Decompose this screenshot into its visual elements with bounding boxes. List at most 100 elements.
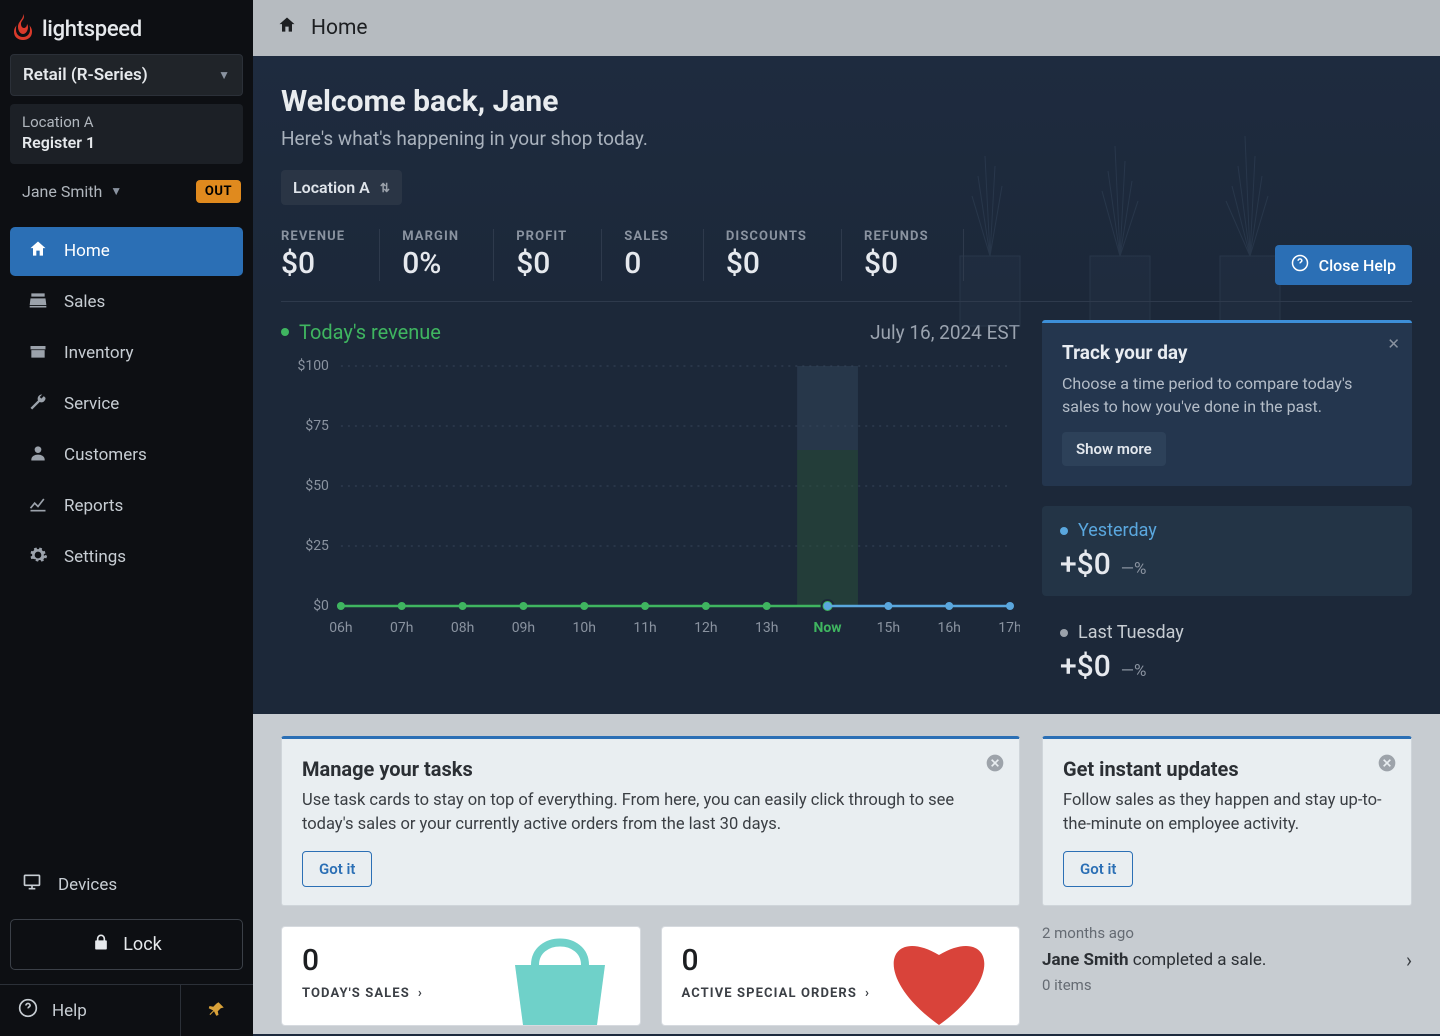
wrench-icon <box>28 392 48 417</box>
user-row: Jane Smith ▼ OUT <box>0 164 253 219</box>
main-nav: Home Sales Inventory Service Customers R… <box>0 219 253 858</box>
help-label: Help <box>52 1001 87 1021</box>
caret-down-icon: ▼ <box>110 184 122 198</box>
pin-button[interactable] <box>181 985 253 1036</box>
person-icon <box>28 443 48 468</box>
activity-item[interactable]: 2 months ago Jane Smith completed a sale… <box>1042 924 1412 994</box>
nav-devices[interactable]: Devices <box>0 858 253 911</box>
close-icon[interactable] <box>985 753 1005 777</box>
chart-section: Today's revenue July 16, 2024 EST $0$25$… <box>253 302 1440 714</box>
location-register-card[interactable]: Location A Register 1 <box>10 104 243 164</box>
close-help-label: Close Help <box>1319 256 1396 275</box>
close-icon[interactable]: ✕ <box>1387 335 1400 353</box>
compare-value: +$0 <box>1060 547 1111 582</box>
nav-label: Service <box>64 394 119 414</box>
hero: Welcome back, Jane Here's what's happeni… <box>253 56 1440 302</box>
card-title: Manage your tasks <box>302 757 999 781</box>
nav-customers[interactable]: Customers <box>10 431 243 480</box>
svg-text:17h: 17h <box>998 620 1020 636</box>
compare-label: Yesterday <box>1078 520 1157 541</box>
svg-text:06h: 06h <box>329 620 352 636</box>
question-icon <box>18 998 38 1023</box>
svg-text:$75: $75 <box>305 417 329 434</box>
lock-icon <box>91 932 111 957</box>
kpi-label: MARGIN <box>402 229 459 244</box>
chart-date: July 16, 2024 EST <box>870 321 1020 344</box>
active-special-orders-card[interactable]: 0 ACTIVE SPECIAL ORDERS › <box>661 926 1021 1026</box>
close-icon[interactable] <box>1377 753 1397 777</box>
chevron-right-icon: › <box>1406 948 1412 972</box>
nav-inventory[interactable]: Inventory <box>10 329 243 378</box>
nav-label: Home <box>64 241 110 261</box>
card-body: Follow sales as they happen and stay up-… <box>1063 789 1391 837</box>
svg-text:$25: $25 <box>305 537 329 554</box>
kpi-value: 0 <box>624 246 669 281</box>
compare-last-tuesday[interactable]: Last Tuesday +$0 —% <box>1042 616 1412 690</box>
main: Home Welcome back, Jane Here's what's ha… <box>253 0 1440 1036</box>
todays-sales-card[interactable]: 0 TODAY'S SALES › <box>281 926 641 1026</box>
compare-label: Last Tuesday <box>1078 622 1184 643</box>
nav-settings[interactable]: Settings <box>10 533 243 582</box>
kpi-discounts: DISCOUNTS $0 <box>726 229 842 281</box>
sidebar: lightspeed Retail (R-Series) ▼ Location … <box>0 0 253 1036</box>
show-more-button[interactable]: Show more <box>1062 432 1166 466</box>
svg-text:12h: 12h <box>694 620 717 636</box>
kpi-refunds: REFUNDS $0 <box>864 229 964 281</box>
svg-text:07h: 07h <box>390 620 413 636</box>
heart-illustration <box>859 927 1019 1025</box>
activity-text: Jane Smith completed a sale. <box>1042 950 1266 970</box>
chart-header: Today's revenue July 16, 2024 EST <box>281 320 1020 344</box>
kpi-value: $0 <box>726 246 807 281</box>
manage-tasks-card: Manage your tasks Use task cards to stay… <box>281 736 1020 906</box>
card-body: Use task cards to stay on top of everyth… <box>302 789 999 837</box>
breadcrumb-bar: Home <box>253 0 1440 56</box>
kpi-label: DISCOUNTS <box>726 229 807 244</box>
box-icon <box>28 341 48 366</box>
gear-icon <box>28 545 48 570</box>
chart-legend: Today's revenue <box>281 320 441 344</box>
svg-text:13h: 13h <box>755 620 778 636</box>
svg-text:11h: 11h <box>633 620 656 636</box>
kpi-value: $0 <box>516 246 567 281</box>
got-it-button[interactable]: Got it <box>1063 851 1133 887</box>
close-help-button[interactable]: Close Help <box>1275 245 1412 285</box>
kpi-label: PROFIT <box>516 229 567 244</box>
content: Welcome back, Jane Here's what's happeni… <box>253 56 1440 1036</box>
tip-body: Choose a time period to compare today's … <box>1062 372 1392 418</box>
kpi-row: REVENUE $0 MARGIN 0% PROFIT $0 SALES 0 D… <box>281 229 1412 302</box>
product-selector[interactable]: Retail (R-Series) ▼ <box>10 54 243 96</box>
nav-sales[interactable]: Sales <box>10 278 243 327</box>
bag-illustration <box>480 927 640 1025</box>
user-name-label: Jane Smith <box>22 182 102 201</box>
chevron-right-icon: › <box>418 986 423 1001</box>
got-it-button[interactable]: Got it <box>302 851 372 887</box>
instant-updates-card: Get instant updates Follow sales as they… <box>1042 736 1412 906</box>
nav-service[interactable]: Service <box>10 380 243 429</box>
revenue-chart[interactable]: $0$25$50$75$10006h07h08h09h10h11h12h13hN… <box>281 356 1020 646</box>
help-button[interactable]: Help <box>0 985 181 1036</box>
brand-wordmark: lightspeed <box>42 17 142 42</box>
compare-yesterday[interactable]: Yesterday +$0 —% <box>1042 506 1412 596</box>
lock-button[interactable]: Lock <box>10 919 243 970</box>
svg-text:16h: 16h <box>937 620 960 636</box>
sidebar-bottom: Devices Lock Help <box>0 858 253 1036</box>
register-name: Register 1 <box>22 132 231 154</box>
legend-dot-icon <box>1060 527 1068 535</box>
kpi-revenue: REVENUE $0 <box>281 229 380 281</box>
kpi-profit: PROFIT $0 <box>516 229 602 281</box>
nav-home[interactable]: Home <box>10 227 243 276</box>
monitor-icon <box>22 872 42 897</box>
caret-down-icon: ▼ <box>218 68 230 82</box>
location-filter-label: Location A <box>293 178 370 197</box>
nav-label: Customers <box>64 445 147 465</box>
legend-dot-icon <box>281 328 289 336</box>
summary-row: 0 TODAY'S SALES › 0 ACTIVE SPECIAL ORDER… <box>281 926 1020 1026</box>
flame-icon <box>12 14 34 44</box>
location-filter[interactable]: Location A ⇅ <box>281 170 402 205</box>
user-menu[interactable]: Jane Smith ▼ <box>22 182 122 201</box>
nav-reports[interactable]: Reports <box>10 482 243 531</box>
clock-status-badge[interactable]: OUT <box>196 180 241 203</box>
lower-right-column: Get instant updates Follow sales as they… <box>1042 736 1412 1012</box>
compare-pct: —% <box>1121 559 1147 579</box>
chart-icon <box>28 494 48 519</box>
